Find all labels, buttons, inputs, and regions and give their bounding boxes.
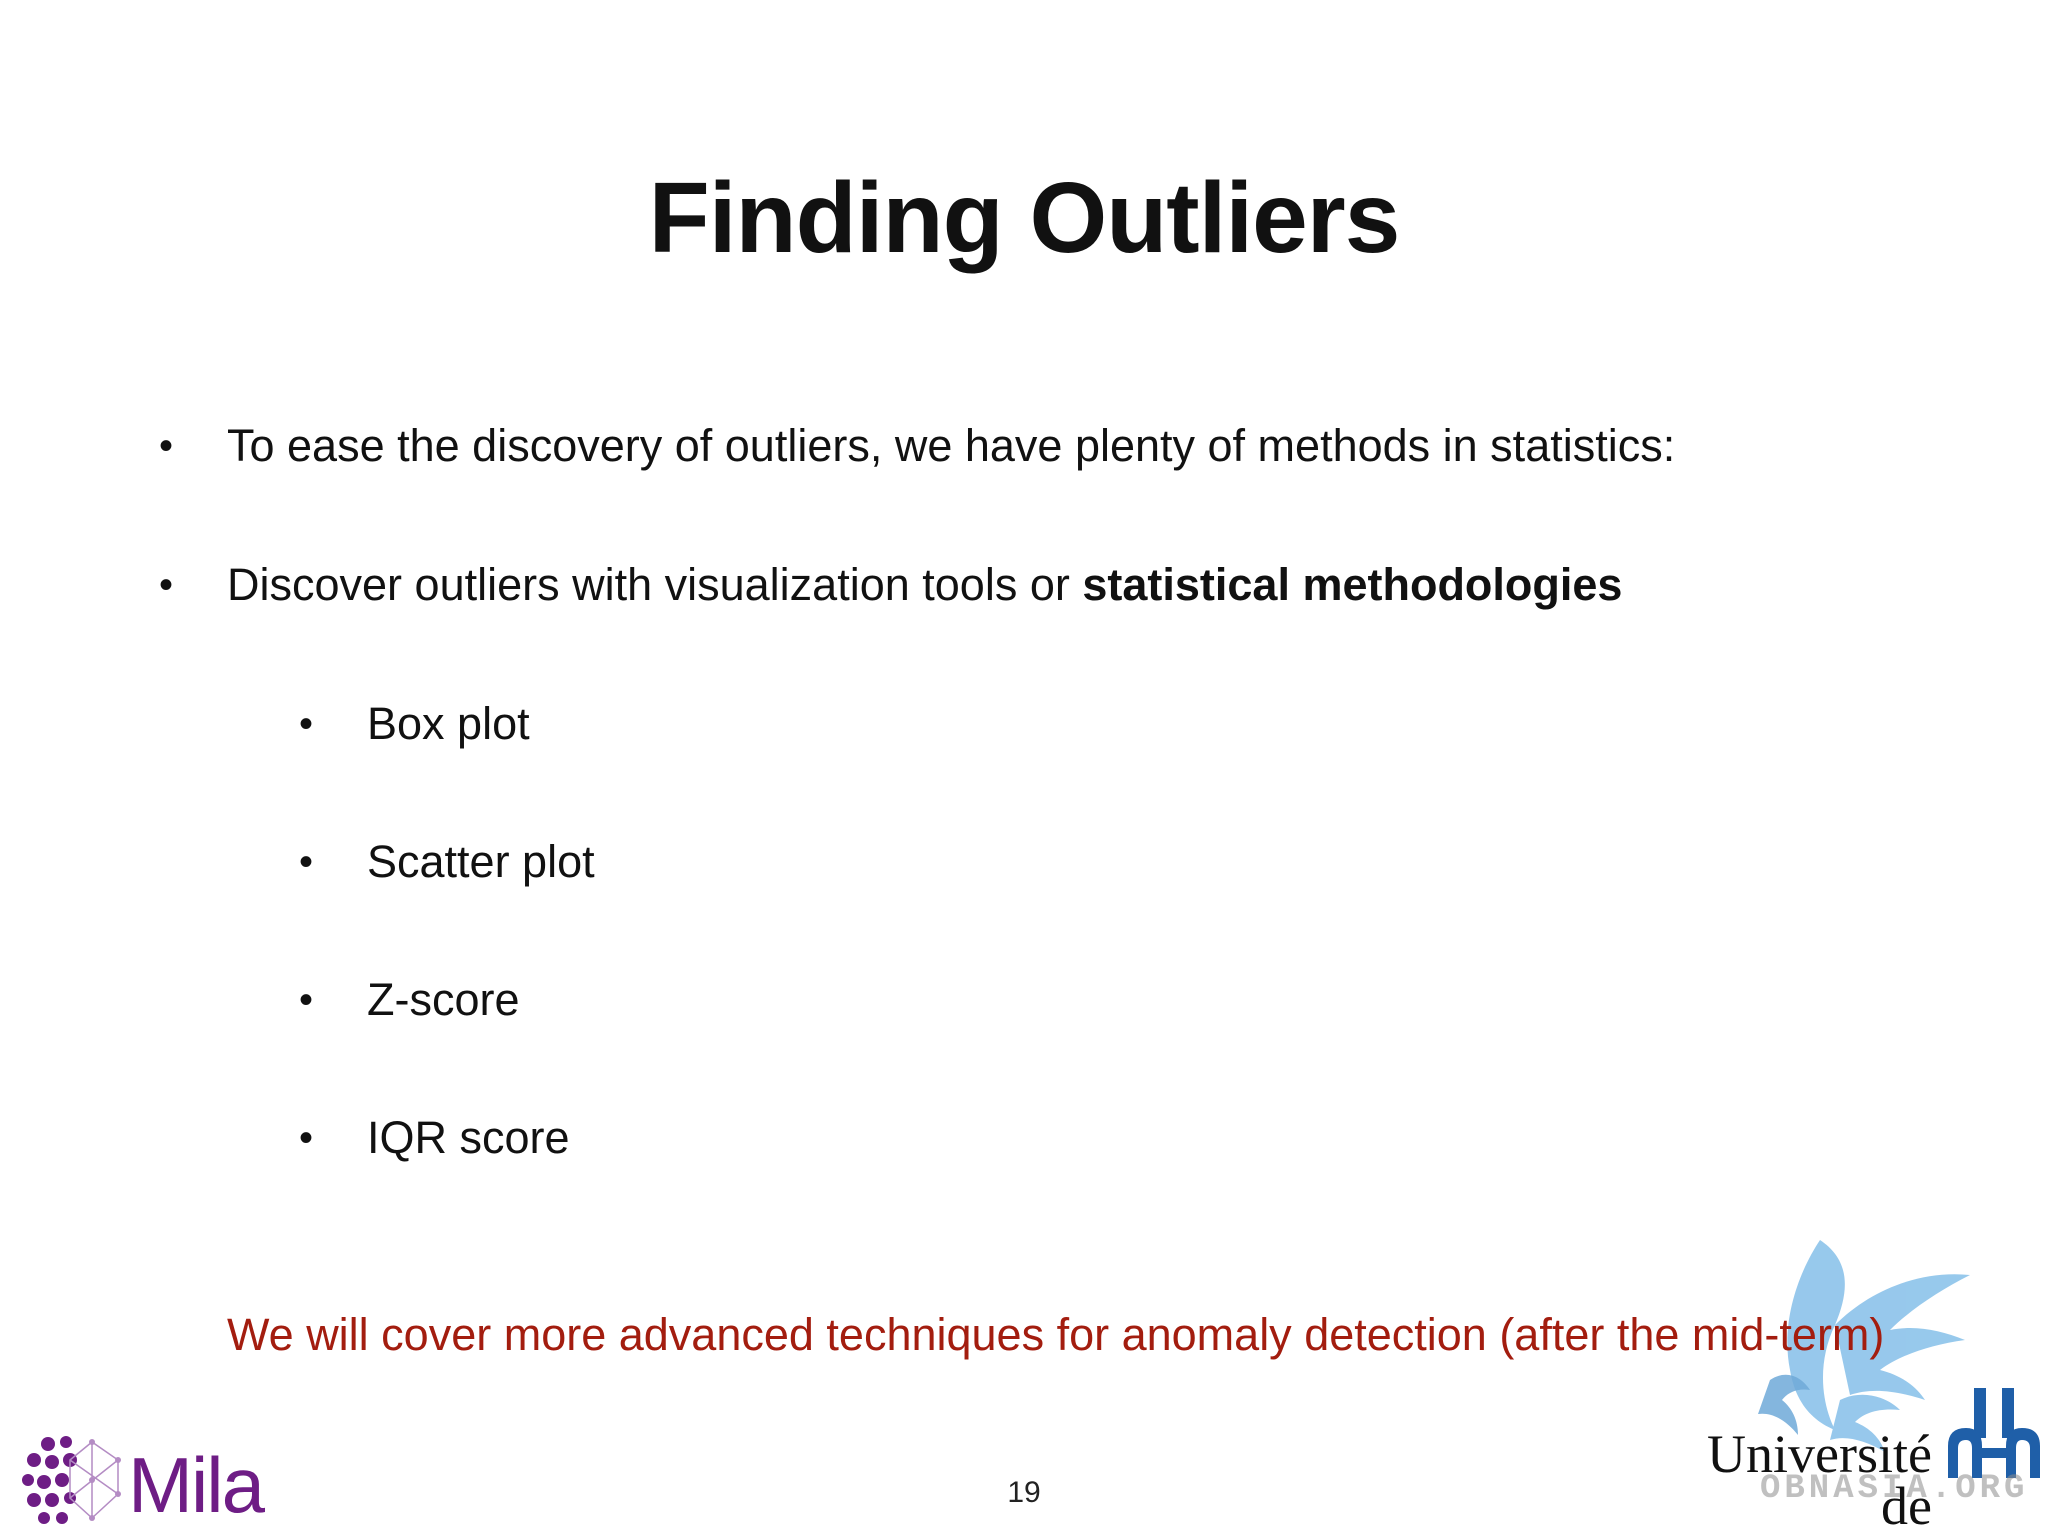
bullet-dot-icon: • xyxy=(299,1116,314,1160)
bullet-text: To ease the discovery of outliers, we ha… xyxy=(227,420,1676,471)
bullet-dot-icon: • xyxy=(159,424,174,468)
bullet-dot-icon: • xyxy=(299,840,314,884)
bullet-text: Discover outliers with visualization too… xyxy=(227,559,1083,610)
bullet-dot-icon: • xyxy=(159,563,174,607)
bullet-item: • Discover outliers with visualization t… xyxy=(159,557,1623,613)
sub-bullet-text: Z-score xyxy=(367,974,520,1025)
slide: Finding Outliers • To ease the discovery… xyxy=(0,0,2048,1536)
sub-bullet-item: • Box plot xyxy=(299,696,530,752)
watermark: OBNASIA.ORG xyxy=(1760,1470,2029,1508)
sub-bullet-text: Scatter plot xyxy=(367,836,595,887)
sub-bullet-text: Box plot xyxy=(367,698,530,749)
bullet-bold-text: statistical methodologies xyxy=(1082,559,1623,610)
sub-bullet-item: • Z-score xyxy=(299,972,520,1028)
bullet-item: • To ease the discovery of outliers, we … xyxy=(159,418,1676,474)
sub-bullet-item: • IQR score xyxy=(299,1110,570,1166)
sub-bullet-item: • Scatter plot xyxy=(299,834,595,890)
slide-title: Finding Outliers xyxy=(648,162,1401,274)
bullet-dot-icon: • xyxy=(299,702,314,746)
note-text: We will cover more advanced techniques f… xyxy=(227,1309,1885,1360)
udem-mark-icon xyxy=(1948,1388,2040,1478)
sub-bullet-text: IQR score xyxy=(367,1112,570,1163)
bullet-dot-icon: • xyxy=(299,978,314,1022)
